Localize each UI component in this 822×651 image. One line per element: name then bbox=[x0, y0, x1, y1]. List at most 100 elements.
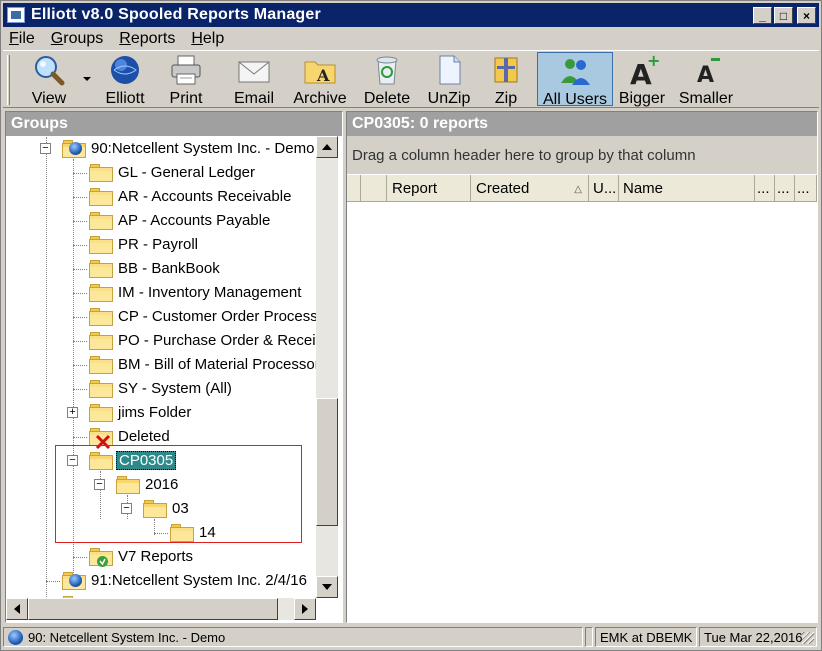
tree-guide-line bbox=[73, 173, 87, 174]
bigger-button[interactable]: A + Bigger bbox=[617, 51, 667, 107]
column-header-user[interactable]: U... bbox=[589, 175, 619, 202]
tree-item-bb[interactable]: BB - BankBook bbox=[6, 257, 317, 281]
tree-item-label: BM - Bill of Material Processor bbox=[118, 356, 317, 373]
globe-icon bbox=[69, 142, 82, 155]
tree-item-label: 90:Netcellent System Inc. - Demo bbox=[91, 140, 315, 157]
tree-item-label: IM - Inventory Management bbox=[118, 284, 302, 301]
reports-header: CP0305: 0 reports bbox=[347, 112, 817, 136]
tree-item-im[interactable]: IM - Inventory Management bbox=[6, 281, 317, 305]
scroll-thumb[interactable] bbox=[28, 598, 278, 620]
users-icon bbox=[558, 55, 592, 87]
menu-file[interactable]: File bbox=[9, 30, 35, 48]
groups-horizontal-scrollbar[interactable] bbox=[6, 598, 316, 620]
column-header-name[interactable]: Name bbox=[619, 175, 755, 202]
menu-reports-rest: eports bbox=[130, 30, 176, 47]
scroll-thumb[interactable] bbox=[316, 398, 338, 526]
tree-item-v7-reports[interactable]: V7 Reports bbox=[6, 545, 317, 569]
menu-groups-rest: roups bbox=[63, 30, 104, 47]
column-header-created[interactable]: Created △ bbox=[471, 175, 589, 202]
status-user: EMK at DBEMK bbox=[600, 629, 693, 645]
folder-icon bbox=[89, 284, 113, 302]
menu-bar: File Groups Reports Help bbox=[3, 28, 819, 50]
collapse-toggle[interactable]: − bbox=[40, 143, 51, 154]
svg-text:A: A bbox=[316, 66, 330, 85]
column-header-indicator[interactable] bbox=[347, 175, 361, 202]
app-window: Elliott v8.0 Spooled Reports Manager _ □… bbox=[0, 0, 822, 651]
view-button[interactable]: View bbox=[25, 52, 73, 107]
tree-item-pr[interactable]: PR - Payroll bbox=[6, 233, 317, 257]
email-button[interactable]: Email bbox=[231, 52, 277, 107]
status-company: 90: Netcellent System Inc. - Demo bbox=[28, 629, 226, 645]
folder-icon bbox=[89, 308, 113, 326]
font-bigger-icon: A + bbox=[625, 51, 660, 91]
unzip-label: UnZip bbox=[427, 90, 471, 107]
tree-item-label: 91:Netcellent System Inc. 2/4/16 bbox=[91, 572, 307, 589]
tree-item-company-90[interactable]: − 90:Netcellent System Inc. - Demo bbox=[6, 137, 317, 161]
envelope-icon bbox=[237, 54, 271, 86]
tree-guide-line bbox=[73, 341, 87, 342]
delete-button[interactable]: Delete bbox=[361, 52, 413, 107]
folder-icon bbox=[89, 164, 113, 182]
scroll-up-button[interactable] bbox=[316, 136, 338, 158]
title-bar[interactable]: Elliott v8.0 Spooled Reports Manager _ □… bbox=[3, 3, 819, 27]
unzip-button[interactable]: UnZip bbox=[425, 52, 473, 107]
tree-item-cp[interactable]: CP - Customer Order Processing bbox=[6, 305, 317, 329]
smaller-label: Smaller bbox=[678, 90, 734, 107]
tree-item-jims-folder[interactable]: + jims Folder bbox=[6, 401, 317, 425]
recycle-bin-icon bbox=[370, 54, 404, 86]
deleted-folder-icon bbox=[89, 428, 113, 450]
delete-label: Delete bbox=[363, 90, 411, 107]
grid-header: Report Created △ U... Name ... ... ... bbox=[347, 175, 817, 202]
column-header-extra-2[interactable]: ... bbox=[775, 175, 795, 202]
all-users-button[interactable]: All Users bbox=[537, 52, 613, 108]
folder-icon bbox=[89, 356, 113, 374]
tree-guide-line bbox=[73, 437, 87, 438]
status-bar: 90: Netcellent System Inc. - Demo EMK at… bbox=[3, 627, 819, 649]
column-header-extra-3[interactable]: ... bbox=[795, 175, 817, 202]
menu-groups[interactable]: Groups bbox=[51, 30, 103, 48]
tree-item-ap[interactable]: AP - Accounts Payable bbox=[6, 209, 317, 233]
tree-item-label: Deleted bbox=[118, 428, 170, 445]
folder-icon bbox=[89, 332, 113, 350]
resize-grip[interactable] bbox=[802, 632, 814, 644]
folder-icon bbox=[89, 404, 113, 422]
tree-guide-line bbox=[73, 221, 87, 222]
scroll-left-button[interactable] bbox=[6, 598, 28, 620]
tree-item-gl[interactable]: GL - General Ledger bbox=[6, 161, 317, 185]
zip-button[interactable]: Zip bbox=[485, 52, 527, 107]
toolbar-grip[interactable] bbox=[7, 55, 10, 105]
v7-folder-icon bbox=[89, 548, 113, 567]
scroll-right-button[interactable] bbox=[294, 598, 316, 620]
app-icon bbox=[7, 7, 25, 23]
svg-text:+: + bbox=[647, 54, 659, 70]
group-by-panel[interactable]: Drag a column header here to group by th… bbox=[347, 136, 817, 174]
smaller-button[interactable]: A Smaller bbox=[675, 52, 737, 107]
tree-item-po[interactable]: PO - Purchase Order & Receiving bbox=[6, 329, 317, 353]
elliott-button[interactable]: Elliott bbox=[99, 52, 151, 107]
tree-item-sy[interactable]: SY - System (All) bbox=[6, 377, 317, 401]
view-dropdown-arrow[interactable] bbox=[83, 77, 91, 81]
column-header-extra-1[interactable]: ... bbox=[755, 175, 775, 202]
tree-guide-line bbox=[73, 293, 87, 294]
tree-item-ar[interactable]: AR - Accounts Receivable bbox=[6, 185, 317, 209]
tree-item-company-91[interactable]: 91:Netcellent System Inc. 2/4/16 bbox=[6, 569, 317, 593]
archive-button[interactable]: A Archive bbox=[291, 52, 349, 107]
maximize-button[interactable]: □ bbox=[774, 7, 793, 24]
column-header-icon[interactable] bbox=[361, 175, 387, 202]
print-button[interactable]: Print bbox=[163, 52, 209, 107]
globe-icon bbox=[69, 574, 82, 587]
minimize-button[interactable]: _ bbox=[753, 7, 772, 24]
tree-item-label: BB - BankBook bbox=[118, 260, 220, 277]
menu-help[interactable]: Help bbox=[191, 30, 224, 48]
tree-item-bm[interactable]: BM - Bill of Material Processor bbox=[6, 353, 317, 377]
groups-vertical-scrollbar[interactable] bbox=[316, 136, 338, 598]
scroll-down-button[interactable] bbox=[316, 576, 338, 598]
status-date: Tue Mar 22,2016 bbox=[704, 629, 803, 645]
groups-header: Groups bbox=[6, 112, 342, 136]
menu-reports[interactable]: Reports bbox=[119, 30, 175, 48]
close-button[interactable]: × bbox=[797, 7, 816, 24]
column-header-report[interactable]: Report bbox=[387, 175, 471, 202]
expand-toggle[interactable]: + bbox=[67, 407, 78, 418]
tree-guide-line bbox=[73, 197, 87, 198]
tree-item-label: AR - Accounts Receivable bbox=[118, 188, 292, 205]
